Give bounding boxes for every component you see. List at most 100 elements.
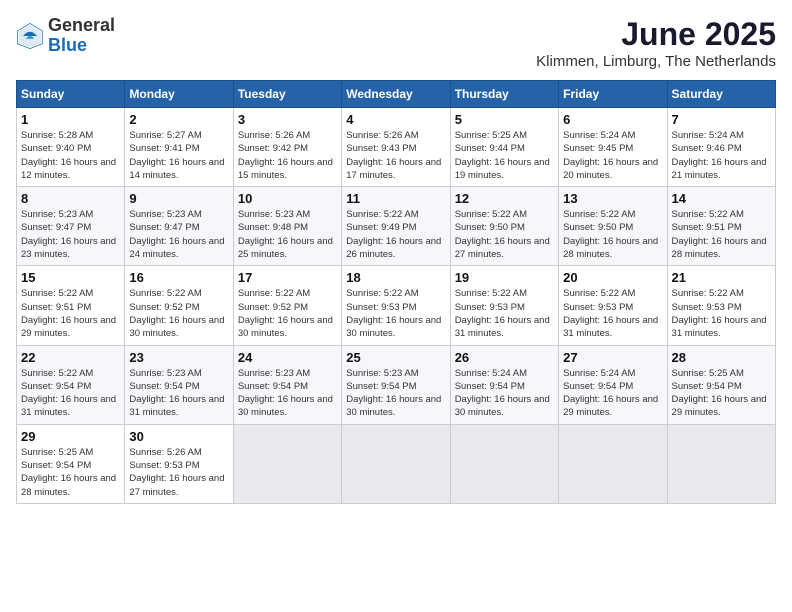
day-number: 20 bbox=[563, 270, 662, 285]
day-number: 7 bbox=[672, 112, 771, 127]
weekday-header: Friday bbox=[559, 81, 667, 108]
day-number: 8 bbox=[21, 191, 120, 206]
calendar-week-row: 15Sunrise: 5:22 AMSunset: 9:51 PMDayligh… bbox=[17, 266, 776, 345]
calendar-subtitle: Klimmen, Limburg, The Netherlands bbox=[536, 53, 776, 70]
calendar-day-cell: 10Sunrise: 5:23 AMSunset: 9:48 PMDayligh… bbox=[233, 187, 341, 266]
day-number: 12 bbox=[455, 191, 554, 206]
day-info: Sunrise: 5:22 AMSunset: 9:52 PMDaylight:… bbox=[238, 287, 337, 340]
calendar-day-cell: 18 Sunrise: 5:22 AMSunset: 9:53 PMDayligh… bbox=[342, 266, 450, 345]
day-info: Sunrise: 5:24 AMSunset: 9:54 PMDaylight:… bbox=[563, 367, 662, 420]
calendar-day-cell: 30 Sunrise: 5:26 AMSunset: 9:53 PMDayligh… bbox=[125, 424, 233, 503]
calendar-day-cell: 6 Sunrise: 5:24 AMSunset: 9:45 PMDaylight… bbox=[559, 108, 667, 187]
day-number: 14 bbox=[672, 191, 771, 206]
calendar-day-cell: 13 Sunrise: 5:22 AMSunset: 9:50 PMDayligh… bbox=[559, 187, 667, 266]
day-number: 17 bbox=[238, 270, 337, 285]
day-number: 2 bbox=[129, 112, 228, 127]
weekday-header: Thursday bbox=[450, 81, 558, 108]
day-number: 25 bbox=[346, 350, 445, 365]
calendar-day-cell: 12 Sunrise: 5:22 AMSunset: 9:50 PMDayligh… bbox=[450, 187, 558, 266]
calendar-header: SundayMondayTuesdayWednesdayThursdayFrid… bbox=[17, 81, 776, 108]
day-number: 30 bbox=[129, 429, 228, 444]
day-number: 5 bbox=[455, 112, 554, 127]
weekday-header: Sunday bbox=[17, 81, 125, 108]
calendar-day-cell: 3Sunrise: 5:26 AMSunset: 9:42 PMDaylight… bbox=[233, 108, 341, 187]
calendar-day-cell: 5 Sunrise: 5:25 AMSunset: 9:44 PMDaylight… bbox=[450, 108, 558, 187]
calendar-day-cell bbox=[342, 424, 450, 503]
calendar-body: 1 Sunrise: 5:28 AMSunset: 9:40 PMDaylight… bbox=[17, 108, 776, 504]
calendar-day-cell: 23 Sunrise: 5:23 AMSunset: 9:54 PMDayligh… bbox=[125, 345, 233, 424]
day-info: Sunrise: 5:26 AMSunset: 9:42 PMDaylight:… bbox=[238, 129, 337, 182]
day-number: 28 bbox=[672, 350, 771, 365]
day-info: Sunrise: 5:22 AMSunset: 9:51 PMDaylight:… bbox=[672, 208, 771, 261]
logo-icon bbox=[16, 22, 44, 50]
day-info: Sunrise: 5:22 AMSunset: 9:53 PMDaylight:… bbox=[455, 287, 554, 340]
calendar-day-cell: 15Sunrise: 5:22 AMSunset: 9:51 PMDayligh… bbox=[17, 266, 125, 345]
day-number: 19 bbox=[455, 270, 554, 285]
day-number: 27 bbox=[563, 350, 662, 365]
calendar-day-cell: 7 Sunrise: 5:24 AMSunset: 9:46 PMDaylight… bbox=[667, 108, 775, 187]
calendar-day-cell: 9 Sunrise: 5:23 AMSunset: 9:47 PMDaylight… bbox=[125, 187, 233, 266]
calendar-week-row: 1 Sunrise: 5:28 AMSunset: 9:40 PMDaylight… bbox=[17, 108, 776, 187]
day-info: Sunrise: 5:27 AMSunset: 9:41 PMDaylight:… bbox=[129, 129, 228, 182]
day-number: 11 bbox=[346, 191, 445, 206]
day-number: 6 bbox=[563, 112, 662, 127]
day-info: Sunrise: 5:22 AMSunset: 9:51 PMDaylight:… bbox=[21, 287, 120, 340]
logo: General Blue bbox=[16, 16, 115, 56]
calendar-day-cell: 17 Sunrise: 5:22 AMSunset: 9:52 PMDayligh… bbox=[233, 266, 341, 345]
calendar-day-cell: 29Sunrise: 5:25 AMSunset: 9:54 PMDayligh… bbox=[17, 424, 125, 503]
weekday-row: SundayMondayTuesdayWednesdayThursdayFrid… bbox=[17, 81, 776, 108]
calendar-week-row: 8 Sunrise: 5:23 AMSunset: 9:47 PMDaylight… bbox=[17, 187, 776, 266]
calendar-day-cell: 25Sunrise: 5:23 AMSunset: 9:54 PMDayligh… bbox=[342, 345, 450, 424]
calendar-day-cell bbox=[450, 424, 558, 503]
day-info: Sunrise: 5:23 AMSunset: 9:47 PMDaylight:… bbox=[129, 208, 228, 261]
day-info: Sunrise: 5:23 AMSunset: 9:47 PMDaylight:… bbox=[21, 208, 120, 261]
calendar-day-cell: 2 Sunrise: 5:27 AMSunset: 9:41 PMDaylight… bbox=[125, 108, 233, 187]
day-number: 24 bbox=[238, 350, 337, 365]
day-info: Sunrise: 5:24 AMSunset: 9:54 PMDaylight:… bbox=[455, 367, 554, 420]
calendar-table: SundayMondayTuesdayWednesdayThursdayFrid… bbox=[16, 80, 776, 504]
day-info: Sunrise: 5:24 AMSunset: 9:46 PMDaylight:… bbox=[672, 129, 771, 182]
day-info: Sunrise: 5:22 AMSunset: 9:54 PMDaylight:… bbox=[21, 367, 120, 420]
calendar-day-cell bbox=[559, 424, 667, 503]
day-number: 23 bbox=[129, 350, 228, 365]
calendar-day-cell: 1 Sunrise: 5:28 AMSunset: 9:40 PMDaylight… bbox=[17, 108, 125, 187]
weekday-header: Tuesday bbox=[233, 81, 341, 108]
day-info: Sunrise: 5:22 AMSunset: 9:50 PMDaylight:… bbox=[563, 208, 662, 261]
logo-blue: Blue bbox=[48, 35, 87, 55]
calendar-day-cell: 14 Sunrise: 5:22 AMSunset: 9:51 PMDayligh… bbox=[667, 187, 775, 266]
day-number: 22 bbox=[21, 350, 120, 365]
day-info: Sunrise: 5:23 AMSunset: 9:54 PMDaylight:… bbox=[129, 367, 228, 420]
day-info: Sunrise: 5:22 AMSunset: 9:53 PMDaylight:… bbox=[672, 287, 771, 340]
weekday-header: Monday bbox=[125, 81, 233, 108]
calendar-day-cell bbox=[667, 424, 775, 503]
day-info: Sunrise: 5:22 AMSunset: 9:53 PMDaylight:… bbox=[346, 287, 445, 340]
day-info: Sunrise: 5:23 AMSunset: 9:54 PMDaylight:… bbox=[238, 367, 337, 420]
day-info: Sunrise: 5:25 AMSunset: 9:54 PMDaylight:… bbox=[21, 446, 120, 499]
day-info: Sunrise: 5:22 AMSunset: 9:49 PMDaylight:… bbox=[346, 208, 445, 261]
calendar-day-cell: 16Sunrise: 5:22 AMSunset: 9:52 PMDayligh… bbox=[125, 266, 233, 345]
day-number: 21 bbox=[672, 270, 771, 285]
calendar-title: June 2025 bbox=[536, 16, 776, 53]
weekday-header: Saturday bbox=[667, 81, 775, 108]
day-info: Sunrise: 5:23 AMSunset: 9:48 PMDaylight:… bbox=[238, 208, 337, 261]
calendar-day-cell: 11 Sunrise: 5:22 AMSunset: 9:49 PMDayligh… bbox=[342, 187, 450, 266]
page-header: General Blue June 2025 Klimmen, Limburg,… bbox=[16, 16, 776, 70]
calendar-week-row: 29Sunrise: 5:25 AMSunset: 9:54 PMDayligh… bbox=[17, 424, 776, 503]
day-info: Sunrise: 5:28 AMSunset: 9:40 PMDaylight:… bbox=[21, 129, 120, 182]
day-number: 9 bbox=[129, 191, 228, 206]
day-info: Sunrise: 5:22 AMSunset: 9:50 PMDaylight:… bbox=[455, 208, 554, 261]
calendar-day-cell: 19 Sunrise: 5:22 AMSunset: 9:53 PMDayligh… bbox=[450, 266, 558, 345]
day-number: 18 bbox=[346, 270, 445, 285]
day-info: Sunrise: 5:24 AMSunset: 9:45 PMDaylight:… bbox=[563, 129, 662, 182]
day-info: Sunrise: 5:22 AMSunset: 9:52 PMDaylight:… bbox=[129, 287, 228, 340]
day-number: 13 bbox=[563, 191, 662, 206]
logo-general: General bbox=[48, 15, 115, 35]
day-number: 26 bbox=[455, 350, 554, 365]
day-info: Sunrise: 5:25 AMSunset: 9:44 PMDaylight:… bbox=[455, 129, 554, 182]
day-number: 1 bbox=[21, 112, 120, 127]
calendar-day-cell: 26 Sunrise: 5:24 AMSunset: 9:54 PMDayligh… bbox=[450, 345, 558, 424]
calendar-day-cell: 20Sunrise: 5:22 AMSunset: 9:53 PMDayligh… bbox=[559, 266, 667, 345]
calendar-day-cell: 4Sunrise: 5:26 AMSunset: 9:43 PMDaylight… bbox=[342, 108, 450, 187]
day-info: Sunrise: 5:26 AMSunset: 9:53 PMDaylight:… bbox=[129, 446, 228, 499]
day-info: Sunrise: 5:26 AMSunset: 9:43 PMDaylight:… bbox=[346, 129, 445, 182]
